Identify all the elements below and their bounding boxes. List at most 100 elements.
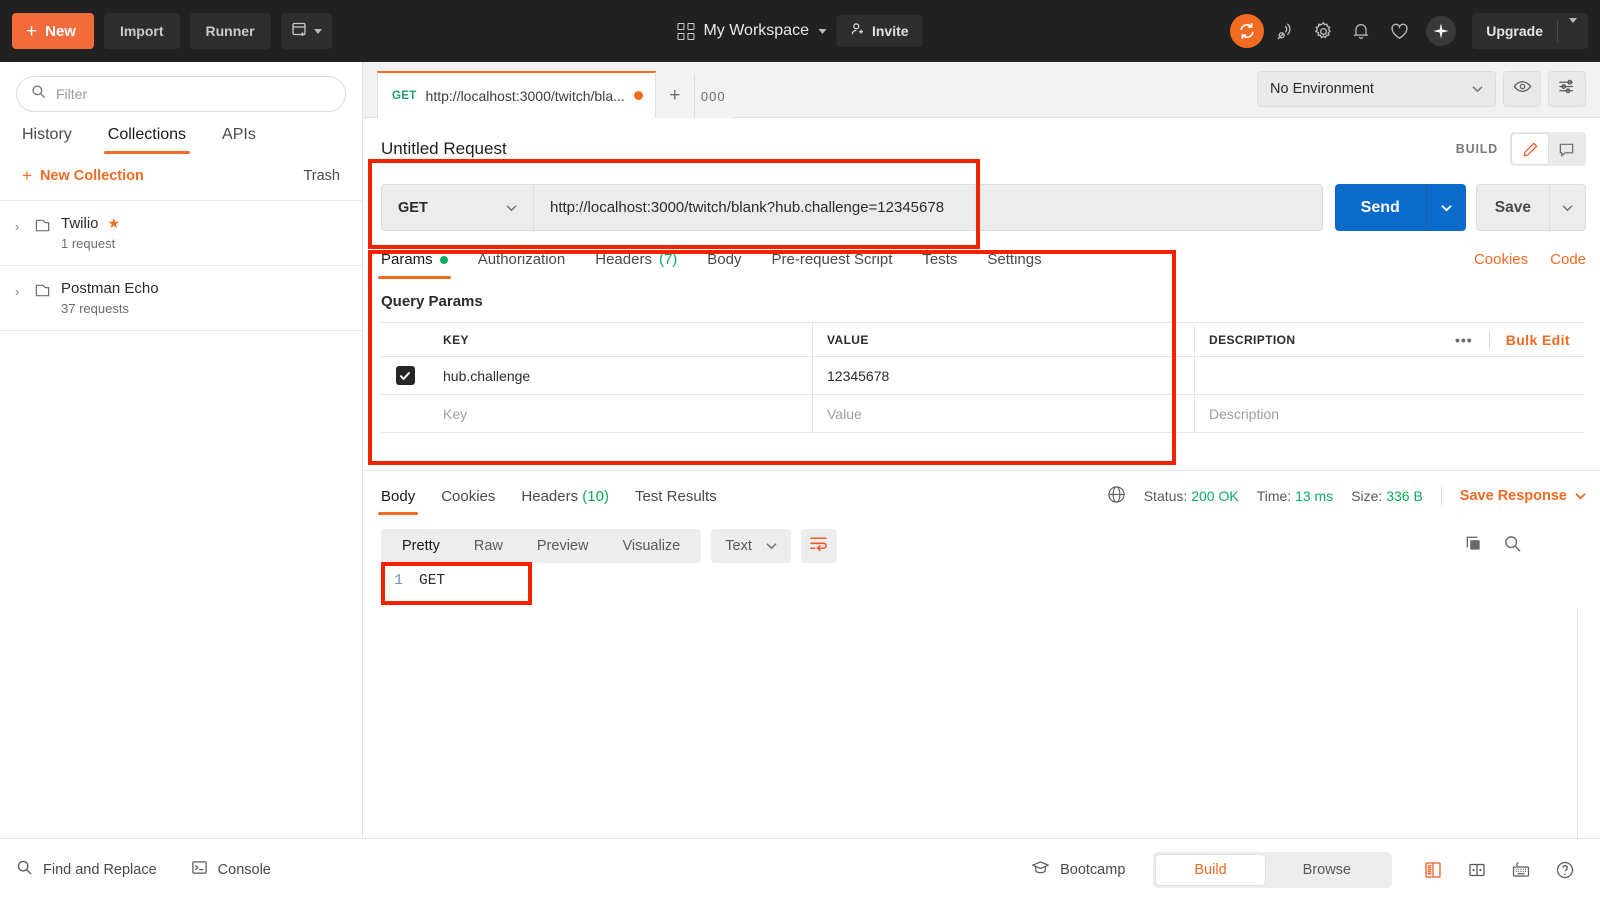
toggle-browse[interactable]: Browse: [1265, 855, 1389, 885]
response-tab-count: (10): [582, 487, 609, 505]
response-tab-cookies[interactable]: Cookies: [441, 488, 495, 515]
environment-name: No Environment: [1270, 81, 1374, 97]
tab-body[interactable]: Body: [707, 251, 741, 279]
sidebar-layout-icon[interactable]: [1414, 851, 1452, 889]
time-label: Time:: [1256, 488, 1292, 504]
response-format-selector[interactable]: Text: [711, 529, 791, 563]
sidebar-tab-apis[interactable]: APIs: [222, 126, 256, 154]
word-wrap-button[interactable]: [800, 529, 837, 563]
runner-button[interactable]: Runner: [189, 13, 271, 49]
response-tab-headers[interactable]: Headers (10): [521, 488, 609, 515]
help-icon[interactable]: [1546, 851, 1584, 889]
bell-icon[interactable]: [1344, 14, 1378, 48]
new-tab-button[interactable]: +: [655, 74, 694, 118]
find-and-replace-button[interactable]: Find and Replace: [16, 859, 157, 880]
response-view-modes: Pretty Raw Preview Visualize: [381, 529, 702, 563]
console-button[interactable]: Console: [191, 859, 271, 880]
placeholder-key[interactable]: Key: [429, 395, 813, 432]
view-mode-visualize[interactable]: Visualize: [605, 532, 697, 560]
url-input[interactable]: [550, 199, 1306, 216]
sidebar-tab-history[interactable]: History: [22, 126, 72, 154]
two-pane-layout-icon[interactable]: [1458, 851, 1496, 889]
request-tab[interactable]: GET http://localhost:3000/twitch/bla...: [377, 71, 656, 118]
tab-tests[interactable]: Tests: [922, 251, 957, 279]
trash-link[interactable]: Trash: [303, 168, 340, 184]
edit-pencil-icon[interactable]: [1512, 134, 1548, 164]
chevron-right-icon[interactable]: ›: [10, 280, 24, 299]
sidebar-actions: + New Collection Trash: [0, 154, 362, 200]
chevron-down-icon[interactable]: [1558, 18, 1588, 39]
bootcamp-button[interactable]: Bootcamp: [1031, 858, 1125, 881]
time-group: Time: 13 ms: [1257, 488, 1334, 504]
method-selector[interactable]: GET: [381, 184, 533, 231]
save-button[interactable]: Save: [1475, 184, 1586, 231]
new-button[interactable]: + New: [12, 13, 94, 49]
satellite-icon[interactable]: [1268, 14, 1302, 48]
heart-icon[interactable]: [1382, 14, 1416, 48]
tab-authorization[interactable]: Authorization: [478, 251, 566, 279]
view-mode-pretty[interactable]: Pretty: [385, 532, 457, 560]
tab-settings[interactable]: Settings: [987, 251, 1041, 279]
table-options-ellipsis-icon[interactable]: •••: [1439, 332, 1489, 348]
row-key[interactable]: hub.challenge: [429, 357, 813, 394]
chevron-down-icon: [313, 28, 322, 34]
sidebar-tab-collections[interactable]: Collections: [103, 126, 191, 154]
sparkle-icon[interactable]: [1426, 16, 1457, 46]
environment-settings-button[interactable]: [1548, 71, 1586, 107]
placeholder-value[interactable]: Value: [813, 395, 1195, 432]
response-tab-test-results[interactable]: Test Results: [635, 488, 717, 515]
tab-options-button[interactable]: 000: [693, 74, 732, 118]
sync-icon[interactable]: [1230, 14, 1265, 48]
placeholder-checkbox-cell: [381, 395, 429, 432]
save-response-button[interactable]: Save Response: [1460, 488, 1586, 504]
collection-item-twilio[interactable]: › Twilio ★ 1 request: [0, 200, 362, 265]
send-button[interactable]: Send: [1334, 184, 1466, 231]
row-description[interactable]: [1195, 357, 1584, 394]
row-checkbox[interactable]: [395, 366, 415, 385]
cookies-link[interactable]: Cookies: [1474, 251, 1528, 268]
bulk-edit-button[interactable]: Bulk Edit: [1490, 332, 1570, 348]
environment-quick-look-button[interactable]: [1503, 71, 1541, 107]
new-collection-button[interactable]: + New Collection: [22, 166, 144, 186]
response-format-value: Text: [725, 538, 752, 554]
edit-mode-toggle: [1510, 132, 1586, 166]
search-input[interactable]: [56, 86, 331, 102]
code-link[interactable]: Code: [1550, 251, 1586, 268]
filter-box[interactable]: [16, 76, 346, 112]
table-placeholder-row[interactable]: Key Value Description: [381, 395, 1584, 433]
keyboard-shortcuts-icon[interactable]: [1502, 851, 1540, 889]
tab-label: Tests: [922, 251, 958, 268]
save-options-chevron-down-icon[interactable]: [1550, 204, 1585, 212]
collection-item-postman-echo[interactable]: › Postman Echo 37 requests: [0, 265, 362, 331]
workspace-selector[interactable]: My Workspace: [677, 22, 826, 40]
gear-icon[interactable]: [1306, 14, 1340, 48]
new-window-button[interactable]: [280, 13, 332, 49]
view-mode-preview[interactable]: Preview: [520, 532, 606, 560]
tab-headers[interactable]: Headers (7): [595, 251, 677, 279]
chevron-right-icon[interactable]: ›: [10, 215, 24, 234]
response-body-code[interactable]: 1 GET: [363, 563, 1600, 879]
tab-pre-request-script[interactable]: Pre-request Script: [772, 251, 893, 279]
view-mode-raw[interactable]: Raw: [457, 532, 520, 560]
copy-icon[interactable]: [1464, 534, 1483, 558]
tab-params[interactable]: Params: [378, 251, 451, 279]
upgrade-button[interactable]: Upgrade: [1472, 13, 1588, 49]
row-value[interactable]: 12345678: [813, 357, 1195, 394]
environment-selector[interactable]: No Environment: [1257, 71, 1496, 107]
invite-button[interactable]: Invite: [835, 15, 923, 47]
grid-icon: [677, 22, 695, 40]
url-input-wrapper[interactable]: [533, 184, 1323, 231]
search-icon[interactable]: [1503, 534, 1522, 558]
collection-text: Postman Echo 37 requests: [61, 280, 159, 316]
toggle-build[interactable]: Build: [1156, 854, 1265, 885]
response-meta: Status: 200 OK Time: 13 ms Size: 336 B S…: [1107, 485, 1586, 517]
send-options-chevron-down-icon[interactable]: [1427, 204, 1466, 212]
sidebar-tab-label: APIs: [222, 126, 256, 143]
import-button[interactable]: Import: [103, 13, 180, 49]
params-active-dot-icon: [439, 255, 448, 264]
response-tab-body[interactable]: Body: [377, 488, 419, 515]
table-row[interactable]: hub.challenge 12345678: [381, 357, 1584, 395]
placeholder-description[interactable]: Description: [1195, 395, 1584, 432]
graduation-cap-icon: [1031, 858, 1050, 881]
comment-icon[interactable]: [1548, 134, 1584, 164]
